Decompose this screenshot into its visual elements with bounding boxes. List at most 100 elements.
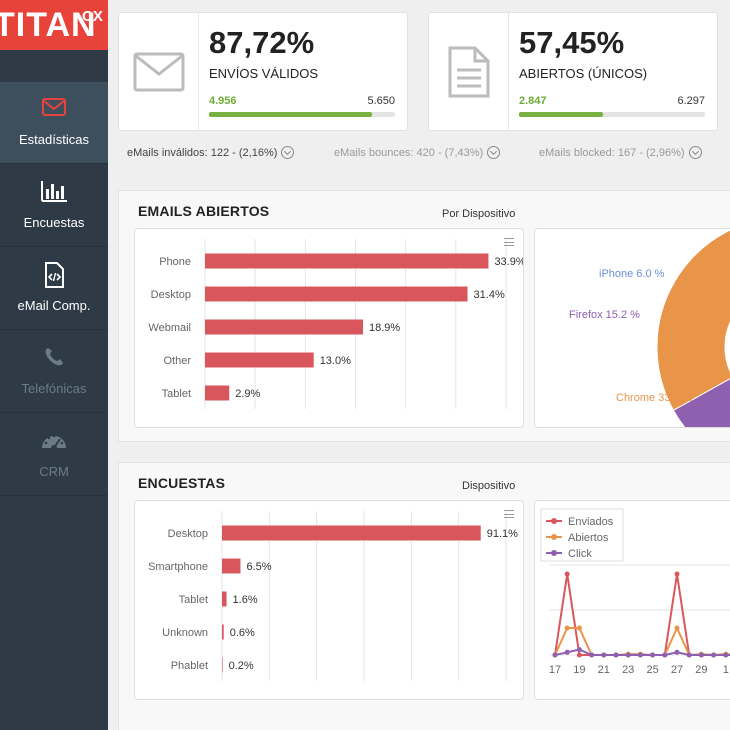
data-point xyxy=(698,652,704,658)
sidebar: TITAN CX Estadísticas Encuestas eMail Co… xyxy=(0,0,108,730)
invalid-emails-text: eMails inválidos: 122 - (2,16%) xyxy=(127,146,278,159)
browser-donut-chart: Chrome 33.1 % Firefox 15.2 % iPhone 6.0 % xyxy=(534,228,730,428)
bar xyxy=(205,253,489,269)
data-label: 13.0% xyxy=(320,355,351,367)
tick-label: 1 xyxy=(723,664,729,676)
slice-label: Chrome 33.1 % xyxy=(616,392,693,404)
survey-device-bar-chart: Desktop 91.1% Smartphone 6.5% Tablet 1.6% Unkn… xyxy=(134,500,524,700)
sidebar-item-label: CRM xyxy=(39,464,69,479)
bar xyxy=(222,591,227,607)
sidebar-item-label: eMail Comp. xyxy=(17,298,91,313)
tick-label: 19 xyxy=(573,664,585,676)
pie-slice xyxy=(656,229,730,412)
data-label: 0.2% xyxy=(229,660,254,672)
chart-menu-icon[interactable] xyxy=(504,510,514,518)
slice-label: iPhone 6.0 % xyxy=(599,268,665,280)
data-point xyxy=(686,652,692,658)
data-label: 33.9% xyxy=(494,256,524,268)
data-point xyxy=(564,625,570,631)
tick-label: Other xyxy=(163,355,191,367)
tick-label: Smartphone xyxy=(148,561,208,573)
tick-label: Unknown xyxy=(162,627,208,639)
data-point xyxy=(723,652,729,658)
data-label: 6.5% xyxy=(246,561,271,573)
blocked-toggle[interactable]: eMails blocked: 167 - (2,96%) xyxy=(539,146,702,159)
data-point xyxy=(613,652,619,658)
data-point xyxy=(625,652,631,658)
line-chart-svg: 17 19 21 23 25 27 29 1 Enviados Abiertos Click xyxy=(540,508,730,676)
stat-progress-bar xyxy=(209,112,395,117)
dashboard-icon xyxy=(0,428,108,454)
tick-label: 17 xyxy=(549,664,561,676)
stat-percent: 57,45% xyxy=(519,25,625,60)
data-point xyxy=(589,652,595,658)
data-point xyxy=(601,652,607,658)
bar-chart-svg: Desktop 91.1% Smartphone 6.5% Tablet 1.6% Unkn… xyxy=(148,511,518,681)
data-point xyxy=(674,625,680,631)
bar-chart-icon xyxy=(0,179,108,205)
sidebar-item-email-comp[interactable]: eMail Comp. xyxy=(0,248,108,330)
chevron-down-icon xyxy=(487,146,501,159)
data-point xyxy=(637,652,643,658)
sidebar-item-estadisticas[interactable]: Estadísticas xyxy=(0,82,108,164)
donut-chart-svg: Chrome 33.1 % Firefox 15.2 % iPhone 6.0 % xyxy=(569,229,730,427)
legend-marker xyxy=(551,534,557,540)
encuestas-panel: ENCUESTAS Dispositivo Desktop 91.1% Smartp… xyxy=(118,462,730,730)
data-label: 1.6% xyxy=(233,594,258,606)
logo-superscript: CX xyxy=(82,8,103,25)
legend-marker xyxy=(551,518,557,524)
data-label: 2.9% xyxy=(235,388,260,400)
bar xyxy=(205,352,314,368)
stat-progress-fill xyxy=(519,112,604,117)
data-point xyxy=(674,571,680,577)
data-point xyxy=(552,652,558,658)
tick-label: Webmail xyxy=(148,322,191,334)
bar-chart-svg: Phone 33.9% Desktop 31.4% Webmail 18.9% Other 1… xyxy=(148,239,524,409)
tick-label: 21 xyxy=(598,664,610,676)
tick-label: 29 xyxy=(695,664,707,676)
data-point xyxy=(711,652,717,658)
bar xyxy=(222,558,241,574)
stat-count: 4.956 xyxy=(209,95,237,107)
stat-percent: 87,72% xyxy=(209,25,315,60)
bar xyxy=(222,657,223,673)
data-label: 31.4% xyxy=(474,289,505,301)
legend-label: Click xyxy=(568,548,592,560)
bar xyxy=(222,525,481,541)
data-label: 18.9% xyxy=(369,322,400,334)
invalid-emails-toggle[interactable]: eMails inválidos: 122 - (2,16%) xyxy=(127,146,295,159)
tick-label: 23 xyxy=(622,664,634,676)
panel-title: ENCUESTAS xyxy=(138,475,226,491)
tick-label: 25 xyxy=(646,664,658,676)
tick-label: Desktop xyxy=(151,289,191,301)
data-label: 91.1% xyxy=(487,528,518,540)
phone-icon xyxy=(0,345,108,371)
blocked-text: eMails blocked: 167 - (2,96%) xyxy=(539,146,685,159)
bounces-toggle[interactable]: eMails bounces: 420 - (7,43%) xyxy=(334,146,501,159)
panel-title: EMAILS ABIERTOS xyxy=(138,203,270,219)
panel-subtitle: Dispositivo xyxy=(462,480,516,492)
panel-subtitle: Por Dispositivo xyxy=(442,208,516,220)
chart-menu-icon[interactable] xyxy=(504,238,514,246)
tick-label: Tablet xyxy=(179,594,208,606)
sidebar-item-label: Encuestas xyxy=(23,215,85,230)
tick-label: Tablet xyxy=(162,388,191,400)
series-line xyxy=(554,573,730,656)
data-point xyxy=(564,649,570,655)
legend-label: Enviados xyxy=(568,516,614,528)
tick-label: Phone xyxy=(159,256,191,268)
device-bar-chart: Phone 33.9% Desktop 31.4% Webmail 18.9% Other 1… xyxy=(134,228,524,428)
slice-label: Firefox 15.2 % xyxy=(569,309,640,321)
stat-total: 5.650 xyxy=(367,95,395,107)
app-logo[interactable]: TITAN CX xyxy=(0,0,108,50)
legend-label: Abiertos xyxy=(568,532,609,544)
data-point xyxy=(576,647,582,653)
survey-line-chart: 17 19 21 23 25 27 29 1 Enviados Abiertos Click xyxy=(534,500,730,700)
data-point xyxy=(576,652,582,658)
sidebar-item-crm[interactable]: CRM xyxy=(0,414,108,496)
sidebar-item-telefonicas[interactable]: Telefónicas xyxy=(0,331,108,413)
stat-label: ENVÍOS VÁLIDOS xyxy=(209,66,319,81)
sidebar-item-encuestas[interactable]: Encuestas xyxy=(0,165,108,247)
tick-label: Phablet xyxy=(171,660,208,672)
envelope-icon xyxy=(119,13,199,131)
